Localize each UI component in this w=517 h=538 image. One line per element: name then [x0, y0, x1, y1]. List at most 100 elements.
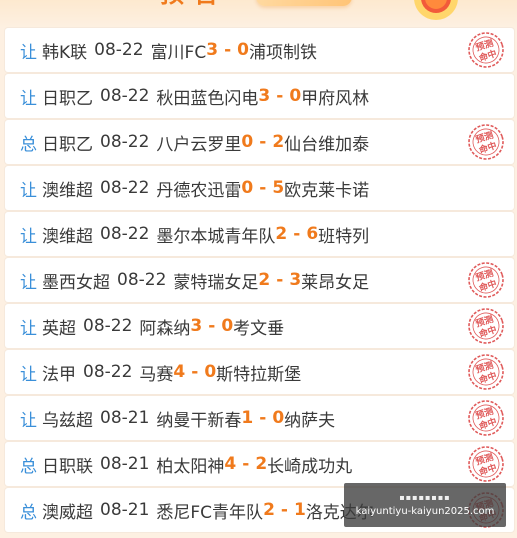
league-name: 澳维超 — [42, 226, 93, 247]
header-banner: 预告 — [0, 0, 517, 28]
home-score: 0 — [241, 132, 254, 152]
header-title: 预告 — [160, 0, 250, 8]
watermark-url: kaiyuntiyu-kaiyun2025.com — [355, 506, 495, 517]
bet-type-label: 让 — [20, 88, 37, 109]
prediction-row[interactable]: 总日职联 08-21 柏太阳神 4-2 长崎成功丸 预测 命中 — [5, 442, 514, 486]
score-separator: - — [276, 86, 284, 106]
home-team: 柏太阳神 — [156, 456, 225, 477]
score-separator: - — [191, 362, 199, 382]
home-score: 2 — [275, 224, 288, 244]
sun-icon — [414, 0, 458, 20]
home-team: 丹德农迅雷 — [156, 180, 242, 201]
header-pill — [256, 0, 352, 6]
match-date: 08-22 — [94, 40, 144, 60]
home-team: 墨尔本城青年队 — [156, 226, 276, 247]
prediction-row[interactable]: 让英超 08-22 阿森纳 3-0 考文垂 预测 命中 — [5, 304, 514, 348]
league-name: 乌兹超 — [42, 410, 93, 431]
away-team: 甲府风林 — [301, 88, 370, 109]
match-date: 08-21 — [100, 454, 150, 474]
match-date: 08-22 — [100, 224, 150, 244]
bet-type-label: 让 — [20, 318, 37, 339]
prediction-hit-stamp-icon: 预测命中 — [468, 124, 504, 160]
home-team: 秋田蓝色闪电 — [156, 88, 259, 109]
match-date: 08-22 — [100, 86, 150, 106]
away-score: 2 — [272, 132, 285, 152]
home-team: 八户云罗里 — [156, 134, 242, 155]
home-score: 3 — [206, 40, 219, 60]
score-separator: - — [259, 408, 267, 428]
prediction-list: 让韩K联 08-22 富川FC 3-0 浦项制铁 预测 命中让日职乙 08-22 秋田蓝色闪电 3… — [5, 28, 514, 534]
league-name: 法甲 — [42, 364, 76, 385]
prediction-hit-stamp-icon: 预测命中 — [468, 262, 504, 298]
away-team: 纳萨夫 — [284, 410, 336, 431]
away-score: 0 — [204, 362, 217, 382]
match-date: 08-21 — [100, 500, 150, 520]
prediction-row[interactable]: 让韩K联 08-22 富川FC 3-0 浦项制铁 预测 命中 — [5, 28, 514, 72]
home-score: 2 — [258, 270, 271, 290]
bet-type-label: 让 — [20, 272, 37, 293]
home-score: 0 — [241, 178, 254, 198]
bet-type-label: 让 — [20, 226, 37, 247]
away-score: 5 — [272, 178, 285, 198]
match-date: 08-22 — [83, 362, 133, 382]
home-score: 1 — [241, 408, 254, 428]
away-team: 莱昂女足 — [301, 272, 370, 293]
away-score: 0 — [289, 86, 302, 106]
bet-type-label: 让 — [20, 42, 37, 63]
prediction-hit-stamp-icon: 预测命中 — [468, 400, 504, 436]
match-date: 08-22 — [100, 178, 150, 198]
away-score: 3 — [289, 270, 302, 290]
prediction-row[interactable]: 让日职乙 08-22 秋田蓝色闪电 3-0 甲府风林 — [5, 74, 514, 118]
away-score: 6 — [306, 224, 319, 244]
home-score: 3 — [258, 86, 271, 106]
bet-type-label: 让 — [20, 410, 37, 431]
away-score: 0 — [237, 40, 249, 60]
watermark: ▪▪▪▪▪▪▪▪ kaiyuntiyu-kaiyun2025.com — [344, 483, 506, 527]
league-name: 墨西女超 — [42, 272, 110, 293]
prediction-hit-stamp-icon: 预测命中 — [468, 446, 504, 482]
away-score: 0 — [221, 316, 234, 336]
score-separator: - — [224, 40, 232, 60]
league-name: 英超 — [42, 318, 76, 339]
home-team: 马赛 — [139, 364, 174, 385]
prediction-row[interactable]: 让墨西女超 08-22 蒙特瑞女足 2-3 莱昂女足 预测 命中 — [5, 258, 514, 302]
home-team: 蒙特瑞女足 — [173, 272, 259, 293]
league-name: 澳威超 — [42, 502, 93, 523]
away-team: 欧克莱卡诺 — [284, 180, 370, 201]
league-name: 澳维超 — [42, 180, 93, 201]
score-separator: - — [259, 132, 267, 152]
away-team: 长崎成功丸 — [267, 456, 353, 477]
home-score: 2 — [263, 500, 275, 520]
bet-type-label: 总 — [20, 502, 37, 523]
score-separator: - — [208, 316, 216, 336]
prediction-row[interactable]: 让法甲 08-22 马赛 4-0 斯特拉斯堡 预测 命中 — [5, 350, 514, 394]
away-team: 班特列 — [318, 226, 370, 247]
match-date: 08-22 — [100, 132, 150, 152]
score-separator: - — [242, 454, 250, 474]
league-name: 日职联 — [42, 456, 93, 477]
league-name: 日职乙 — [42, 88, 93, 109]
away-score: 2 — [255, 454, 268, 474]
away-team: 考文垂 — [233, 318, 285, 339]
prediction-hit-stamp-icon: 预测命中 — [468, 354, 504, 390]
prediction-hit-stamp-icon: 预测命中 — [468, 32, 504, 68]
score-separator: - — [293, 224, 301, 244]
watermark-text: ▪▪▪▪▪▪▪▪ — [399, 493, 451, 502]
score-separator: - — [280, 500, 288, 520]
bet-type-label: 让 — [20, 364, 37, 385]
prediction-row[interactable]: 让澳维超 08-22 丹德农迅雷 0-5 欧克莱卡诺 — [5, 166, 514, 210]
away-team: 仙台维加泰 — [284, 134, 370, 155]
prediction-row[interactable]: 让澳维超 08-22 墨尔本城青年队 2-6 班特列 — [5, 212, 514, 256]
page: 预告 让韩K联08-22富川FC3-0浦项制铁预测命中让日职乙08-22秋田蓝色… — [0, 0, 517, 538]
home-score: 3 — [190, 316, 203, 336]
home-team: 悉尼FC青年队 — [156, 502, 264, 523]
home-team: 纳曼干新春 — [156, 410, 242, 431]
bet-type-label: 总 — [20, 134, 37, 155]
score-separator: - — [259, 178, 267, 198]
home-team: 阿森纳 — [139, 318, 191, 339]
prediction-row[interactable]: 让乌兹超 08-21 纳曼干新春 1-0 纳萨夫 预测 命中 — [5, 396, 514, 440]
match-date: 08-21 — [100, 408, 150, 428]
prediction-row[interactable]: 总日职乙 08-22 八户云罗里 0-2 仙台维加泰 预测 命中 — [5, 120, 514, 164]
bet-type-label: 总 — [20, 456, 37, 477]
home-score: 4 — [224, 454, 237, 474]
